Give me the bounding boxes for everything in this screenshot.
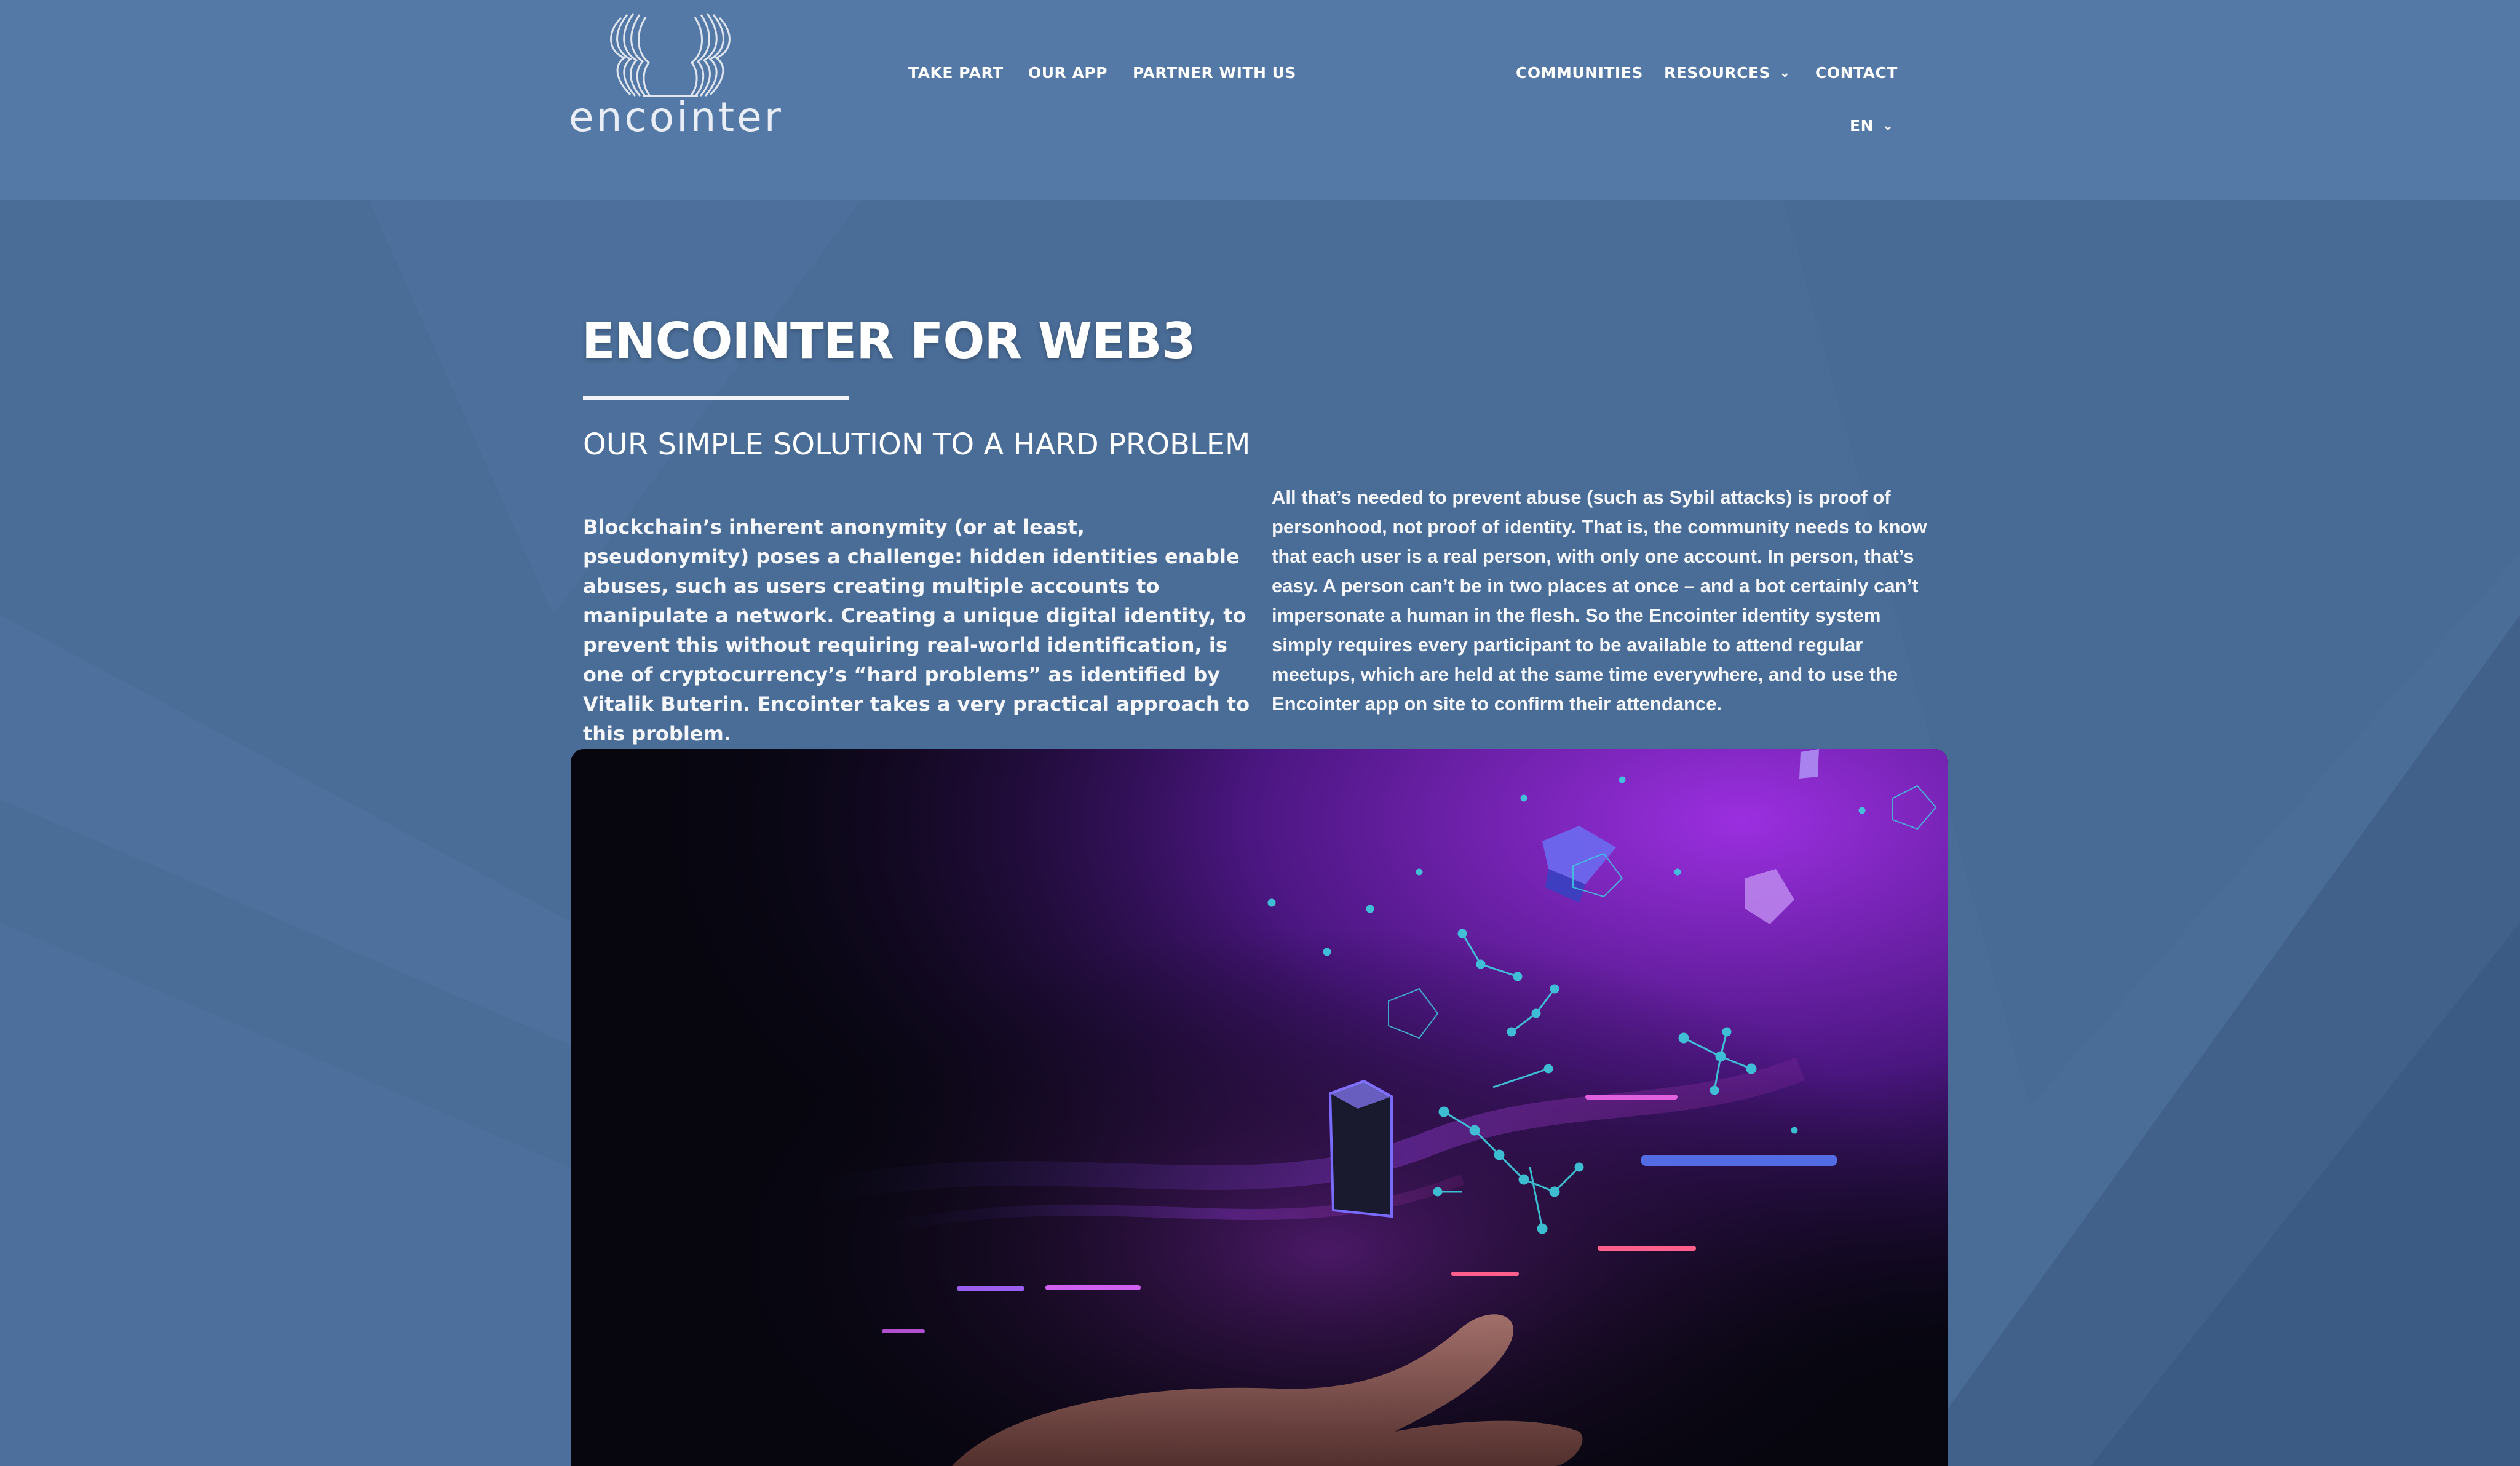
hero-illustration <box>571 749 1948 1466</box>
intro-paragraph-left: Blockchain’s inherent anonymity (or at l… <box>583 515 1250 745</box>
main-content: ENCOINTER FOR WEB3 OUR SIMPLE SOLUTION T… <box>0 0 2520 1466</box>
page-title: ENCOINTER FOR WEB3 <box>582 312 1195 370</box>
intro-paragraph-right: All that’s needed to prevent abuse (such… <box>1272 486 1927 715</box>
hero-image <box>571 749 1948 1466</box>
section-subtitle: OUR SIMPLE SOLUTION TO A HARD PROBLEM <box>583 427 1251 462</box>
title-divider <box>583 396 849 400</box>
